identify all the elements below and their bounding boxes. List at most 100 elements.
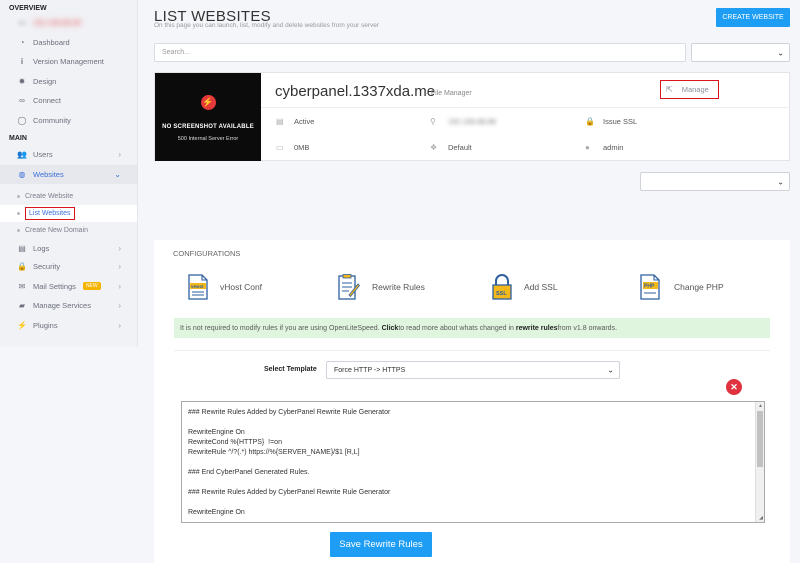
plug-icon: ⚡: [17, 320, 27, 330]
openlitespeed-notice: It is not required to modify rules if yo…: [174, 318, 770, 338]
website-card: ⚡ NO SCREENSHOT AVAILABLE 500 Internal S…: [154, 72, 790, 161]
sidebar-item-community[interactable]: ◯ Community: [0, 111, 137, 131]
editor-line: ### Rewrite Rules Added by CyberPanel Re…: [188, 409, 391, 416]
sidebar-item-security[interactable]: 🔒 Security ›: [0, 257, 137, 277]
bullet-icon: [17, 212, 20, 215]
screenshot-title: NO SCREENSHOT AVAILABLE: [162, 124, 254, 130]
filter-select[interactable]: ⌄: [691, 43, 790, 62]
sidebar-item-mail-settings[interactable]: ✉ Mail Settings NEW ›: [0, 277, 137, 297]
notice-text-2: to read more about whats changed in: [398, 324, 514, 332]
create-website-button[interactable]: CREATE WEBSITE: [716, 8, 790, 27]
website-ip: ⚲ 192.168.88.88: [430, 117, 496, 126]
file-manager-link[interactable]: – File Manager: [425, 90, 472, 97]
sidebar-item-server-ip[interactable]: ▭ 192.168.88.88: [0, 13, 137, 33]
card-divider: [261, 107, 789, 108]
editor-scrollbar[interactable]: ▲ ◢: [755, 402, 764, 522]
website-domain[interactable]: cyberpanel.1337xda.me: [275, 83, 435, 100]
chevron-right-icon: ›: [118, 281, 121, 291]
ssl-lock-icon: SSL: [492, 274, 512, 300]
cubes-icon: ❖: [430, 143, 438, 152]
svg-text:SSL: SSL: [496, 291, 507, 297]
disk-icon: ▭: [276, 143, 284, 152]
sidebar-item-label: Logs: [33, 243, 50, 253]
manage-label: Manage: [681, 85, 709, 94]
sidebar-item-manage-services[interactable]: ▰ Manage Services ›: [0, 296, 137, 316]
chevron-right-icon: ›: [118, 150, 121, 160]
template-value: Force HTTP -> HTTPS: [334, 366, 406, 374]
svg-text:vHost: vHost: [191, 284, 204, 289]
resize-handle-icon[interactable]: ◢: [759, 515, 763, 521]
lightning-icon: ⚡: [200, 95, 216, 110]
editor-line: RewriteCond %{HTTPS} !=on: [188, 439, 282, 446]
add-ssl-button[interactable]: SSL Add SSL: [492, 274, 558, 300]
php-file-icon: PHP: [640, 274, 660, 300]
manage-button[interactable]: ⇱ Manage: [660, 80, 719, 99]
sidebar-item-connect[interactable]: ∞ Connect: [0, 91, 137, 111]
chevron-down-icon: ⌄: [607, 365, 614, 375]
rewrite-document-icon: [338, 274, 360, 300]
sidebar-item-plugins[interactable]: ⚡ Plugins ›: [0, 316, 137, 336]
editor-line: RewriteRule ^/?(.*) https://%{SERVER_NAM…: [188, 449, 360, 456]
sidebar-item-label: Plugins: [33, 320, 58, 330]
vhost-conf-label: vHost Conf: [220, 282, 263, 292]
sidebar-section-overview: OVERVIEW: [9, 5, 47, 12]
close-icon[interactable]: ✕: [726, 379, 742, 395]
vhost-file-icon: vHost: [188, 274, 208, 300]
sidebar-item-websites[interactable]: ◍ Websites ⌄: [0, 164, 137, 184]
info-icon: i: [20, 57, 24, 67]
disk-value: 0MB: [294, 143, 310, 152]
sidebar-sub-label: Create New Domain: [25, 227, 89, 234]
status-value: Active: [294, 117, 315, 126]
bullet-icon: [17, 195, 20, 198]
page-select[interactable]: ⌄: [640, 172, 790, 191]
scrollbar-thumb[interactable]: [757, 411, 763, 467]
chevron-right-icon: ›: [118, 243, 121, 253]
website-disk: ▭ 0MB: [276, 143, 309, 152]
rewrite-rules-button[interactable]: Rewrite Rules: [338, 274, 425, 300]
new-badge: NEW: [82, 282, 101, 291]
template-select[interactable]: Force HTTP -> HTTPS ⌄: [326, 361, 620, 379]
notice-rules-link[interactable]: rewrite rules: [516, 325, 558, 332]
sidebar-item-dashboard[interactable]: ◔ Dashboard: [0, 33, 137, 53]
rewrite-rules-editor[interactable]: ### Rewrite Rules Added by CyberPanel Re…: [181, 401, 765, 523]
sidebar-item-label: Dashboard: [33, 37, 70, 47]
package-value: Default: [448, 143, 472, 152]
sidebar-item-label: Manage Services: [33, 301, 91, 311]
sidebar-sub-create-website[interactable]: Create Website: [0, 188, 137, 205]
sidebar-item-design[interactable]: ✹ Design: [0, 72, 137, 92]
scroll-up-icon[interactable]: ▲: [758, 403, 763, 409]
sidebar-item-users[interactable]: 👥 Users ›: [0, 145, 137, 165]
sidebar-sub-create-domain[interactable]: Create New Domain: [0, 222, 137, 239]
notice-click-link[interactable]: Click: [382, 325, 399, 332]
sidebar-sub-label: List Websites: [25, 207, 75, 220]
sidebar-item-logs[interactable]: ▤ Logs ›: [0, 239, 137, 257]
gear-icon: ✹: [18, 76, 26, 86]
sidebar-item-label: Mail Settings: [33, 281, 76, 291]
save-rewrite-rules-button[interactable]: Save Rewrite Rules: [330, 532, 432, 557]
server-ip-label: 192.168.88.88: [33, 18, 81, 28]
sidebar-item-label: Community: [33, 115, 71, 125]
website-owner: ● admin: [585, 143, 623, 152]
sidebar-item-label: Design: [33, 76, 57, 86]
owner-value: admin: [603, 143, 624, 152]
search-input[interactable]: Search...: [154, 43, 686, 62]
user-icon: ●: [585, 143, 590, 152]
change-php-button[interactable]: PHP Change PHP: [640, 274, 724, 300]
editor-line: ### Rewrite Rules Added by CyberPanel Re…: [188, 489, 391, 496]
chevron-right-icon: ›: [118, 320, 121, 330]
issue-ssl[interactable]: 🔒 Issue SSL: [585, 117, 637, 126]
editor-line: RewriteEngine On: [188, 429, 245, 436]
ip-value: 192.168.88.88: [448, 117, 496, 126]
chevron-right-icon: ›: [118, 262, 121, 272]
folder-icon: ▰: [18, 301, 26, 311]
sidebar-item-version-management[interactable]: i Version Management: [0, 52, 137, 72]
sidebar-sub-list-websites[interactable]: List Websites: [0, 205, 137, 222]
globe-icon: ◍: [18, 169, 26, 179]
map-pin-icon: ⚲: [430, 117, 436, 126]
editor-line: ### End CyberPanel Generated Rules.: [188, 469, 310, 476]
configurations-panel: CONFIGURATIONS vHost vHost Conf Rewrite …: [154, 240, 790, 563]
vhost-conf-button[interactable]: vHost vHost Conf: [188, 274, 262, 300]
select-template-label: Select Template: [264, 366, 317, 373]
